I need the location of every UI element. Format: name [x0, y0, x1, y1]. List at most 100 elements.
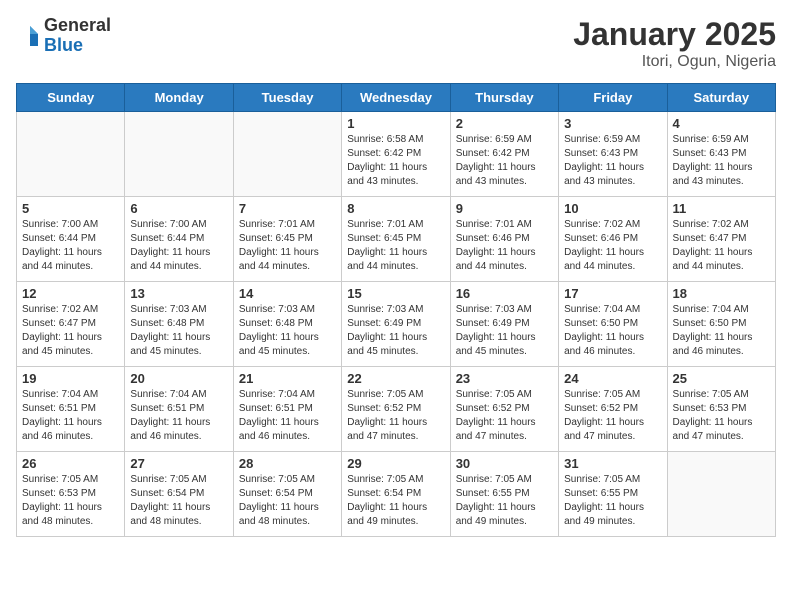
logo-icon [16, 24, 40, 48]
day-info: Sunrise: 7:03 AM Sunset: 6:48 PM Dayligh… [130, 303, 227, 359]
day-number: 12 [22, 286, 119, 301]
day-number: 15 [347, 286, 444, 301]
day-number: 14 [239, 286, 336, 301]
calendar-cell: 5 Sunrise: 7:00 AM Sunset: 6:44 PM Daylig… [17, 197, 125, 282]
day-info: Sunrise: 6:59 AM Sunset: 6:43 PM Dayligh… [564, 133, 661, 189]
calendar-cell: 26 Sunrise: 7:05 AM Sunset: 6:53 PM Dayli… [17, 452, 125, 537]
day-info: Sunrise: 7:04 AM Sunset: 6:50 PM Dayligh… [673, 303, 770, 359]
weekday-header-wednesday: Wednesday [342, 84, 450, 112]
calendar-cell: 10Sunrise: 7:02 AM Sunset: 6:46 PM Dayli… [559, 197, 667, 282]
day-info: Sunrise: 7:03 AM Sunset: 6:48 PM Dayligh… [239, 303, 336, 359]
calendar-cell: 13 Sunrise: 7:03 AM Sunset: 6:48 PM Dayli… [125, 282, 233, 367]
day-number: 23 [456, 371, 553, 386]
weekday-header-friday: Friday [559, 84, 667, 112]
weekday-header-row: SundayMondayTuesdayWednesdayThursdayFrid… [17, 84, 776, 112]
day-number: 21 [239, 371, 336, 386]
calendar-cell: 15 Sunrise: 7:03 AM Sunset: 6:49 PM Dayli… [342, 282, 450, 367]
week-row-4: 19 Sunrise: 7:04 AM Sunset: 6:51 PM Dayli… [17, 367, 776, 452]
day-info: Sunrise: 6:59 AM Sunset: 6:43 PM Dayligh… [673, 133, 770, 189]
day-info: Sunrise: 7:01 AM Sunset: 6:46 PM Dayligh… [456, 218, 553, 274]
calendar-cell: 4Sunrise: 6:59 AM Sunset: 6:43 PM Daylig… [667, 112, 775, 197]
day-info: Sunrise: 7:01 AM Sunset: 6:45 PM Dayligh… [239, 218, 336, 274]
calendar-cell: 19 Sunrise: 7:04 AM Sunset: 6:51 PM Dayli… [17, 367, 125, 452]
day-number: 7 [239, 201, 336, 216]
calendar-cell: 22 Sunrise: 7:05 AM Sunset: 6:52 PM Dayli… [342, 367, 450, 452]
week-row-3: 12 Sunrise: 7:02 AM Sunset: 6:47 PM Dayli… [17, 282, 776, 367]
day-info: Sunrise: 7:05 AM Sunset: 6:54 PM Dayligh… [347, 473, 444, 529]
calendar-cell: 29 Sunrise: 7:05 AM Sunset: 6:54 PM Dayli… [342, 452, 450, 537]
calendar-cell: 28 Sunrise: 7:05 AM Sunset: 6:54 PM Dayli… [233, 452, 341, 537]
day-info: Sunrise: 7:04 AM Sunset: 6:51 PM Dayligh… [239, 388, 336, 444]
day-info: Sunrise: 7:00 AM Sunset: 6:44 PM Dayligh… [130, 218, 227, 274]
day-number: 17 [564, 286, 661, 301]
day-number: 8 [347, 201, 444, 216]
calendar-cell: 23 Sunrise: 7:05 AM Sunset: 6:52 PM Dayli… [450, 367, 558, 452]
day-number: 30 [456, 456, 553, 471]
day-info: Sunrise: 7:02 AM Sunset: 6:47 PM Dayligh… [22, 303, 119, 359]
week-row-1: 1 Sunrise: 6:58 AM Sunset: 6:42 PM Daylig… [17, 112, 776, 197]
day-number: 25 [673, 371, 770, 386]
day-number: 10 [564, 201, 661, 216]
calendar-cell: 1 Sunrise: 6:58 AM Sunset: 6:42 PM Daylig… [342, 112, 450, 197]
day-number: 16 [456, 286, 553, 301]
calendar-cell: 16 Sunrise: 7:03 AM Sunset: 6:49 PM Dayli… [450, 282, 558, 367]
day-number: 9 [456, 201, 553, 216]
calendar-cell: 31 Sunrise: 7:05 AM Sunset: 6:55 PM Dayli… [559, 452, 667, 537]
logo-general-text: General [44, 16, 111, 36]
day-number: 22 [347, 371, 444, 386]
calendar-cell [17, 112, 125, 197]
calendar-cell: 9 Sunrise: 7:01 AM Sunset: 6:46 PM Daylig… [450, 197, 558, 282]
calendar-cell: 6 Sunrise: 7:00 AM Sunset: 6:44 PM Daylig… [125, 197, 233, 282]
calendar-cell [125, 112, 233, 197]
day-number: 28 [239, 456, 336, 471]
day-info: Sunrise: 7:03 AM Sunset: 6:49 PM Dayligh… [347, 303, 444, 359]
day-number: 13 [130, 286, 227, 301]
day-number: 20 [130, 371, 227, 386]
calendar-cell: 8 Sunrise: 7:01 AM Sunset: 6:45 PM Daylig… [342, 197, 450, 282]
day-info: Sunrise: 7:05 AM Sunset: 6:53 PM Dayligh… [22, 473, 119, 529]
day-info: Sunrise: 6:59 AM Sunset: 6:42 PM Dayligh… [456, 133, 553, 189]
day-info: Sunrise: 7:05 AM Sunset: 6:52 PM Dayligh… [347, 388, 444, 444]
weekday-header-saturday: Saturday [667, 84, 775, 112]
calendar-cell: 21 Sunrise: 7:04 AM Sunset: 6:51 PM Dayli… [233, 367, 341, 452]
day-info: Sunrise: 7:05 AM Sunset: 6:53 PM Dayligh… [673, 388, 770, 444]
day-number: 11 [673, 201, 770, 216]
day-number: 18 [673, 286, 770, 301]
page-subtitle: Itori, Ogun, Nigeria [573, 53, 776, 71]
calendar-cell: 12 Sunrise: 7:02 AM Sunset: 6:47 PM Dayli… [17, 282, 125, 367]
logo-blue-text: Blue [44, 36, 111, 56]
calendar-table: SundayMondayTuesdayWednesdayThursdayFrid… [16, 83, 776, 537]
week-row-5: 26 Sunrise: 7:05 AM Sunset: 6:53 PM Dayli… [17, 452, 776, 537]
day-number: 2 [456, 116, 553, 131]
calendar-cell [233, 112, 341, 197]
day-number: 5 [22, 201, 119, 216]
day-info: Sunrise: 7:01 AM Sunset: 6:45 PM Dayligh… [347, 218, 444, 274]
day-info: Sunrise: 7:04 AM Sunset: 6:51 PM Dayligh… [130, 388, 227, 444]
day-info: Sunrise: 7:05 AM Sunset: 6:54 PM Dayligh… [130, 473, 227, 529]
day-info: Sunrise: 7:04 AM Sunset: 6:51 PM Dayligh… [22, 388, 119, 444]
day-info: Sunrise: 7:05 AM Sunset: 6:52 PM Dayligh… [456, 388, 553, 444]
weekday-header-sunday: Sunday [17, 84, 125, 112]
day-number: 27 [130, 456, 227, 471]
day-number: 24 [564, 371, 661, 386]
day-info: Sunrise: 6:58 AM Sunset: 6:42 PM Dayligh… [347, 133, 444, 189]
day-number: 1 [347, 116, 444, 131]
day-number: 26 [22, 456, 119, 471]
weekday-header-tuesday: Tuesday [233, 84, 341, 112]
calendar-cell: 2 Sunrise: 6:59 AM Sunset: 6:42 PM Daylig… [450, 112, 558, 197]
day-info: Sunrise: 7:03 AM Sunset: 6:49 PM Dayligh… [456, 303, 553, 359]
day-number: 6 [130, 201, 227, 216]
day-info: Sunrise: 7:05 AM Sunset: 6:54 PM Dayligh… [239, 473, 336, 529]
day-number: 29 [347, 456, 444, 471]
day-number: 31 [564, 456, 661, 471]
calendar-cell: 14 Sunrise: 7:03 AM Sunset: 6:48 PM Dayli… [233, 282, 341, 367]
day-info: Sunrise: 7:05 AM Sunset: 6:55 PM Dayligh… [564, 473, 661, 529]
calendar-cell: 20 Sunrise: 7:04 AM Sunset: 6:51 PM Dayli… [125, 367, 233, 452]
calendar-cell: 18 Sunrise: 7:04 AM Sunset: 6:50 PM Dayli… [667, 282, 775, 367]
weekday-header-thursday: Thursday [450, 84, 558, 112]
calendar-cell: 30Sunrise: 7:05 AM Sunset: 6:55 PM Dayli… [450, 452, 558, 537]
calendar-cell: 3Sunrise: 6:59 AM Sunset: 6:43 PM Daylig… [559, 112, 667, 197]
day-number: 19 [22, 371, 119, 386]
page-title: January 2025 [573, 16, 776, 53]
day-info: Sunrise: 7:00 AM Sunset: 6:44 PM Dayligh… [22, 218, 119, 274]
